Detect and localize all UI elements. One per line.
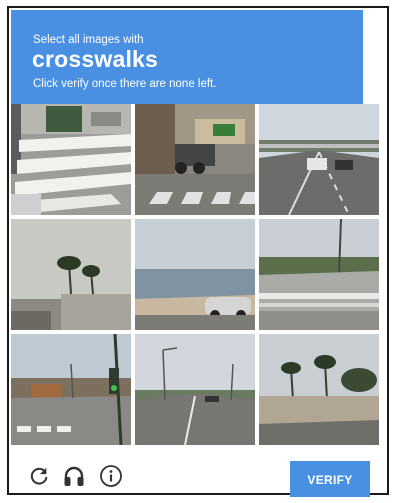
tile-image [135, 219, 255, 330]
tile-image [259, 104, 379, 215]
image-tile-3[interactable] [259, 104, 379, 215]
captcha-header: Select all images with crosswalks Click … [11, 10, 363, 104]
tile-image [135, 104, 255, 215]
tile-image [11, 334, 131, 445]
image-tile-2[interactable] [135, 104, 255, 215]
image-tile-6[interactable] [259, 219, 379, 330]
image-tile-9[interactable] [259, 334, 379, 445]
image-grid [11, 104, 379, 453]
tile-image [259, 334, 379, 445]
tile-image [259, 219, 379, 330]
image-tile-7[interactable] [11, 334, 131, 445]
image-tile-5[interactable] [135, 219, 255, 330]
tile-image [11, 219, 131, 330]
image-tile-1[interactable] [11, 104, 131, 215]
tile-image [11, 104, 131, 215]
instruction-text: Select all images with [33, 34, 144, 46]
challenge-keyword: crosswalks [32, 46, 159, 72]
subinstruction-text: Click verify once there are none left. [33, 78, 217, 90]
verify-button[interactable]: VERIFY [290, 461, 370, 497]
image-tile-4[interactable] [11, 219, 131, 330]
image-tile-8[interactable] [135, 334, 255, 445]
headphones-icon[interactable] [61, 463, 87, 489]
tile-image [135, 334, 255, 445]
info-icon[interactable] [98, 463, 124, 489]
captcha-footer: VERIFY [9, 457, 374, 497]
reload-icon[interactable] [26, 463, 52, 489]
